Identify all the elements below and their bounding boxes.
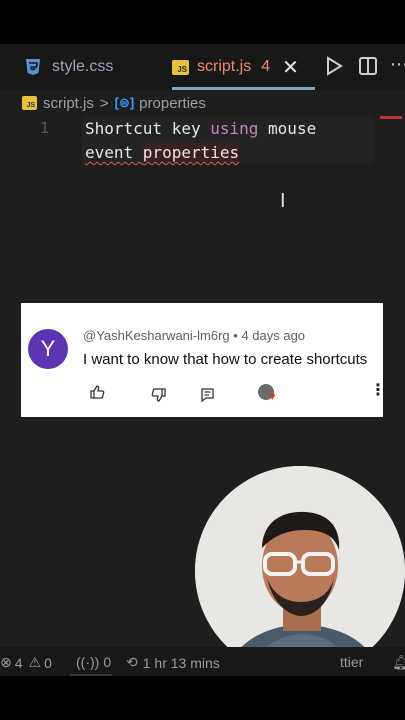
active-tab-indicator	[172, 87, 315, 90]
breadcrumb-file[interactable]: script.js	[43, 95, 94, 112]
dislike-icon[interactable]	[151, 387, 167, 408]
code-text: event	[85, 143, 143, 162]
tab-label: script.js	[197, 58, 252, 75]
comment-time: 4 days ago	[241, 328, 306, 343]
status-bar: ⊗ 4 ⚠ 0 ((·)) 0 ⟲ 1 hr 13 mins ttier 🔔︎	[0, 647, 405, 676]
split-editor-icon[interactable]	[358, 56, 378, 81]
problems-count: 4	[261, 58, 271, 75]
meta-dot: •	[233, 328, 238, 343]
problems-indicator[interactable]: ⊗ 4 ⚠ 0	[0, 654, 52, 671]
breadcrumb-symbol[interactable]: properties	[139, 95, 206, 112]
warning-count: 0	[44, 654, 52, 671]
comment-meta: @YashKesharwani-lm6rg • 4 days ago	[83, 328, 305, 343]
broadcast-icon: ((·))	[76, 654, 100, 670]
code-text: mouse	[258, 119, 317, 138]
prettier-label: ttier	[340, 654, 364, 670]
ports-count: 0	[103, 654, 112, 670]
presenter-image	[195, 466, 405, 676]
more-options-icon[interactable]: ⋮	[370, 380, 386, 400]
tab-bar: style.css JS script.js 4 ✕ ⋯	[0, 44, 405, 90]
webcam-overlay	[195, 466, 405, 676]
breadcrumb: JS script.js > [⊜] properties	[22, 92, 206, 114]
time-tracked: 1 hr 13 mins	[142, 654, 220, 671]
heart-icon: ♥	[269, 391, 276, 403]
like-icon[interactable]	[89, 384, 105, 405]
tab-style-css[interactable]: style.css	[22, 44, 113, 90]
reply-icon[interactable]	[200, 387, 215, 408]
youtube-comment-card: Y @YashKesharwani-lm6rg • 4 days ago I w…	[21, 303, 386, 417]
notifications-icon[interactable]: 🔔︎	[392, 654, 405, 671]
js-file-icon: JS	[172, 59, 189, 75]
vscode-window: style.css JS script.js 4 ✕ ⋯ JS script.j…	[0, 44, 405, 676]
comment-author[interactable]: @YashKesharwani-lm6rg	[83, 328, 230, 343]
warning-icon: ⚠	[28, 654, 42, 670]
symbol-property-icon: [⊜]	[114, 95, 135, 110]
history-icon: ⟲	[126, 654, 138, 670]
comment-text: I want to know that how to create shortc…	[83, 351, 368, 368]
error-count: 4	[14, 654, 23, 671]
line-number: 1	[40, 119, 50, 137]
minimap-marker	[380, 116, 402, 119]
code-text-error: properties	[142, 143, 240, 162]
code-text: Shortcut key	[85, 119, 211, 138]
tab-script-js[interactable]: JS script.js 4 ✕	[172, 44, 315, 90]
breadcrumb-separator: >	[99, 94, 109, 112]
time-tracker[interactable]: ⟲ 1 hr 13 mins	[126, 654, 220, 671]
code-line-2[interactable]: event properties	[85, 143, 240, 162]
tab-label: style.css	[52, 58, 114, 75]
close-icon[interactable]: ✕	[282, 55, 299, 80]
more-actions-icon[interactable]: ⋯	[390, 54, 405, 75]
css3-icon	[22, 56, 44, 78]
code-keyword: using	[210, 119, 259, 138]
avatar[interactable]: Y	[28, 329, 68, 369]
ports-item[interactable]: ((·)) 0	[76, 654, 111, 670]
code-line-1[interactable]: Shortcut key using mouse	[85, 119, 316, 138]
prettier-item[interactable]: ttier	[340, 654, 363, 670]
run-icon[interactable]	[325, 56, 343, 81]
error-icon: ⊗	[0, 654, 12, 670]
js-file-icon: JS	[22, 96, 37, 110]
text-cursor-icon: I	[280, 190, 286, 212]
